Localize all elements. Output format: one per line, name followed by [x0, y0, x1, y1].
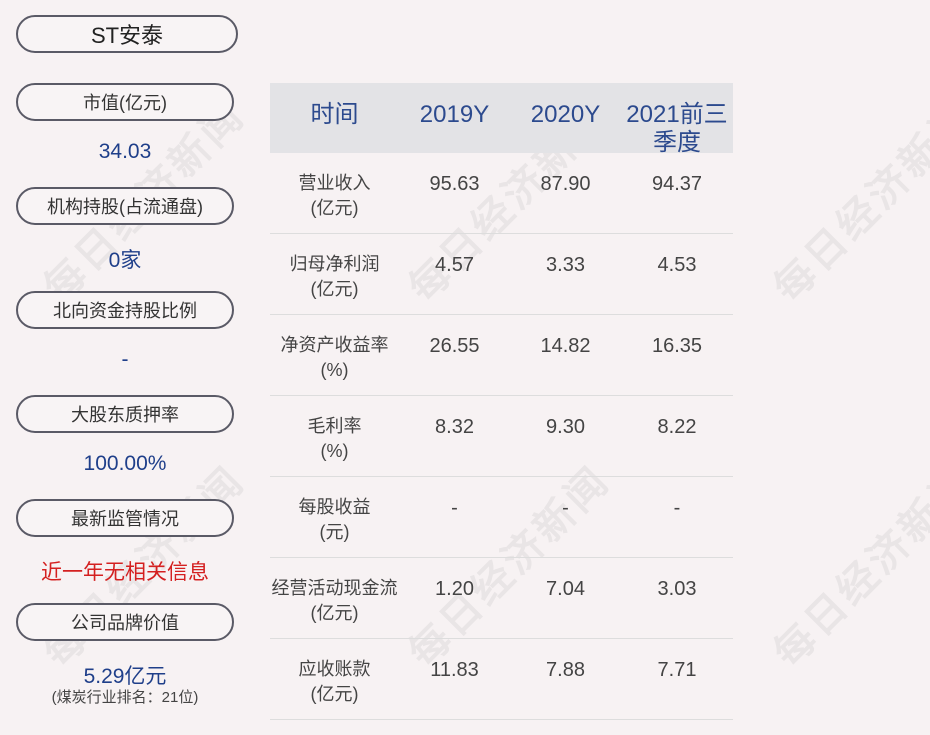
row-unit: (亿元): [310, 684, 359, 704]
row-label: 营业收入 (亿元): [270, 153, 399, 233]
cell-value: 95.63: [429, 173, 480, 195]
market-cap-value: 34.03: [98, 140, 152, 163]
cell-value: 4.57: [435, 254, 474, 276]
row-name: 经营活动现金流: [271, 578, 398, 598]
cell-value: 3.03: [657, 578, 697, 600]
row-label: 毛利率 (%): [270, 396, 399, 476]
watermark-text: 每日经济新闻: [765, 92, 930, 311]
cell-value: 8.22: [657, 416, 697, 438]
table-row: 经营活动现金流 (亿元) 1.20 7.04 3.03: [270, 558, 733, 639]
northbound-ratio-value: -: [121, 348, 129, 371]
row-unit: (亿元): [310, 198, 359, 218]
row-name: 营业收入: [298, 173, 371, 193]
row-unit: (亿元): [310, 279, 359, 299]
cell-value: 7.88: [546, 659, 585, 681]
table-row: 每股收益 (元) - - -: [270, 477, 733, 558]
row-unit: (亿元): [310, 603, 359, 623]
cell-value: 7.71: [657, 659, 697, 681]
cell-value: 94.37: [651, 173, 703, 195]
cell-value: 26.55: [429, 335, 480, 357]
institutional-holding-label: 机构持股(占流通盘): [16, 187, 234, 225]
table-row: 应收账款 (亿元) 11.83 7.88 7.71: [270, 639, 733, 720]
brand-rank-note: (煤炭行业排名：21位): [51, 689, 199, 706]
cell-value: 7.04: [546, 578, 585, 600]
cell-value: -: [451, 497, 458, 519]
northbound-ratio-label: 北向资金持股比例: [16, 291, 234, 329]
header-2021q3: 2021前三季度: [626, 101, 728, 156]
cell-value: 1.20: [435, 578, 474, 600]
market-cap-label: 市值(亿元): [16, 83, 234, 121]
regulation-value: 近一年无相关信息: [41, 561, 209, 584]
row-unit: (元): [319, 522, 350, 542]
company-name: ST安泰: [16, 15, 238, 53]
cell-value: 8.32: [435, 416, 474, 438]
pledge-ratio-label: 大股东质押率: [16, 395, 234, 433]
row-unit: (%): [320, 360, 349, 380]
table-row: 净资产收益率 (%) 26.55 14.82 16.35: [270, 315, 733, 396]
cell-value: 87.90: [540, 173, 591, 195]
table-row: 营业收入 (亿元) 95.63 87.90 94.37: [270, 153, 733, 234]
row-label: 净资产收益率 (%): [270, 315, 399, 395]
row-name: 归母净利润: [289, 254, 380, 274]
cell-value: 11.83: [430, 659, 479, 681]
row-label: 经营活动现金流 (亿元): [270, 558, 399, 638]
watermark-text: 每日经济新闻: [765, 457, 930, 676]
row-name: 净资产收益率: [280, 335, 389, 355]
cell-value: 4.53: [657, 254, 697, 276]
institutional-holding-value: 0家: [108, 249, 142, 272]
header-2020: 2020Y: [530, 101, 601, 128]
table-row: 归母净利润 (亿元) 4.57 3.33 4.53: [270, 234, 733, 315]
row-label: 归母净利润 (亿元): [270, 234, 399, 314]
cell-value: -: [562, 497, 569, 519]
cell-value: 16.35: [651, 335, 703, 357]
row-name: 每股收益: [298, 497, 371, 517]
financial-table: 时间 2019Y 2020Y 2021前三季度 营业收入 (亿元) 95.63 8…: [270, 83, 733, 720]
row-label: 应收账款 (亿元): [270, 639, 399, 719]
regulation-label: 最新监管情况: [16, 499, 234, 537]
cell-value: 9.30: [546, 416, 585, 438]
row-unit: (%): [320, 441, 349, 461]
cell-value: 3.33: [546, 254, 585, 276]
cell-value: -: [673, 497, 681, 519]
table-header: 时间 2019Y 2020Y 2021前三季度: [270, 83, 733, 156]
row-label: 每股收益 (元): [270, 477, 399, 557]
row-name: 应收账款: [298, 659, 371, 679]
table-row: 毛利率 (%) 8.32 9.30 8.22: [270, 396, 733, 477]
cell-value: 14.82: [540, 335, 591, 357]
row-name: 毛利率: [307, 416, 362, 436]
header-2019: 2019Y: [419, 101, 490, 128]
brand-value-label: 公司品牌价值: [16, 603, 234, 641]
header-period: 时间: [310, 101, 359, 128]
pledge-ratio-value: 100.00%: [83, 452, 167, 475]
